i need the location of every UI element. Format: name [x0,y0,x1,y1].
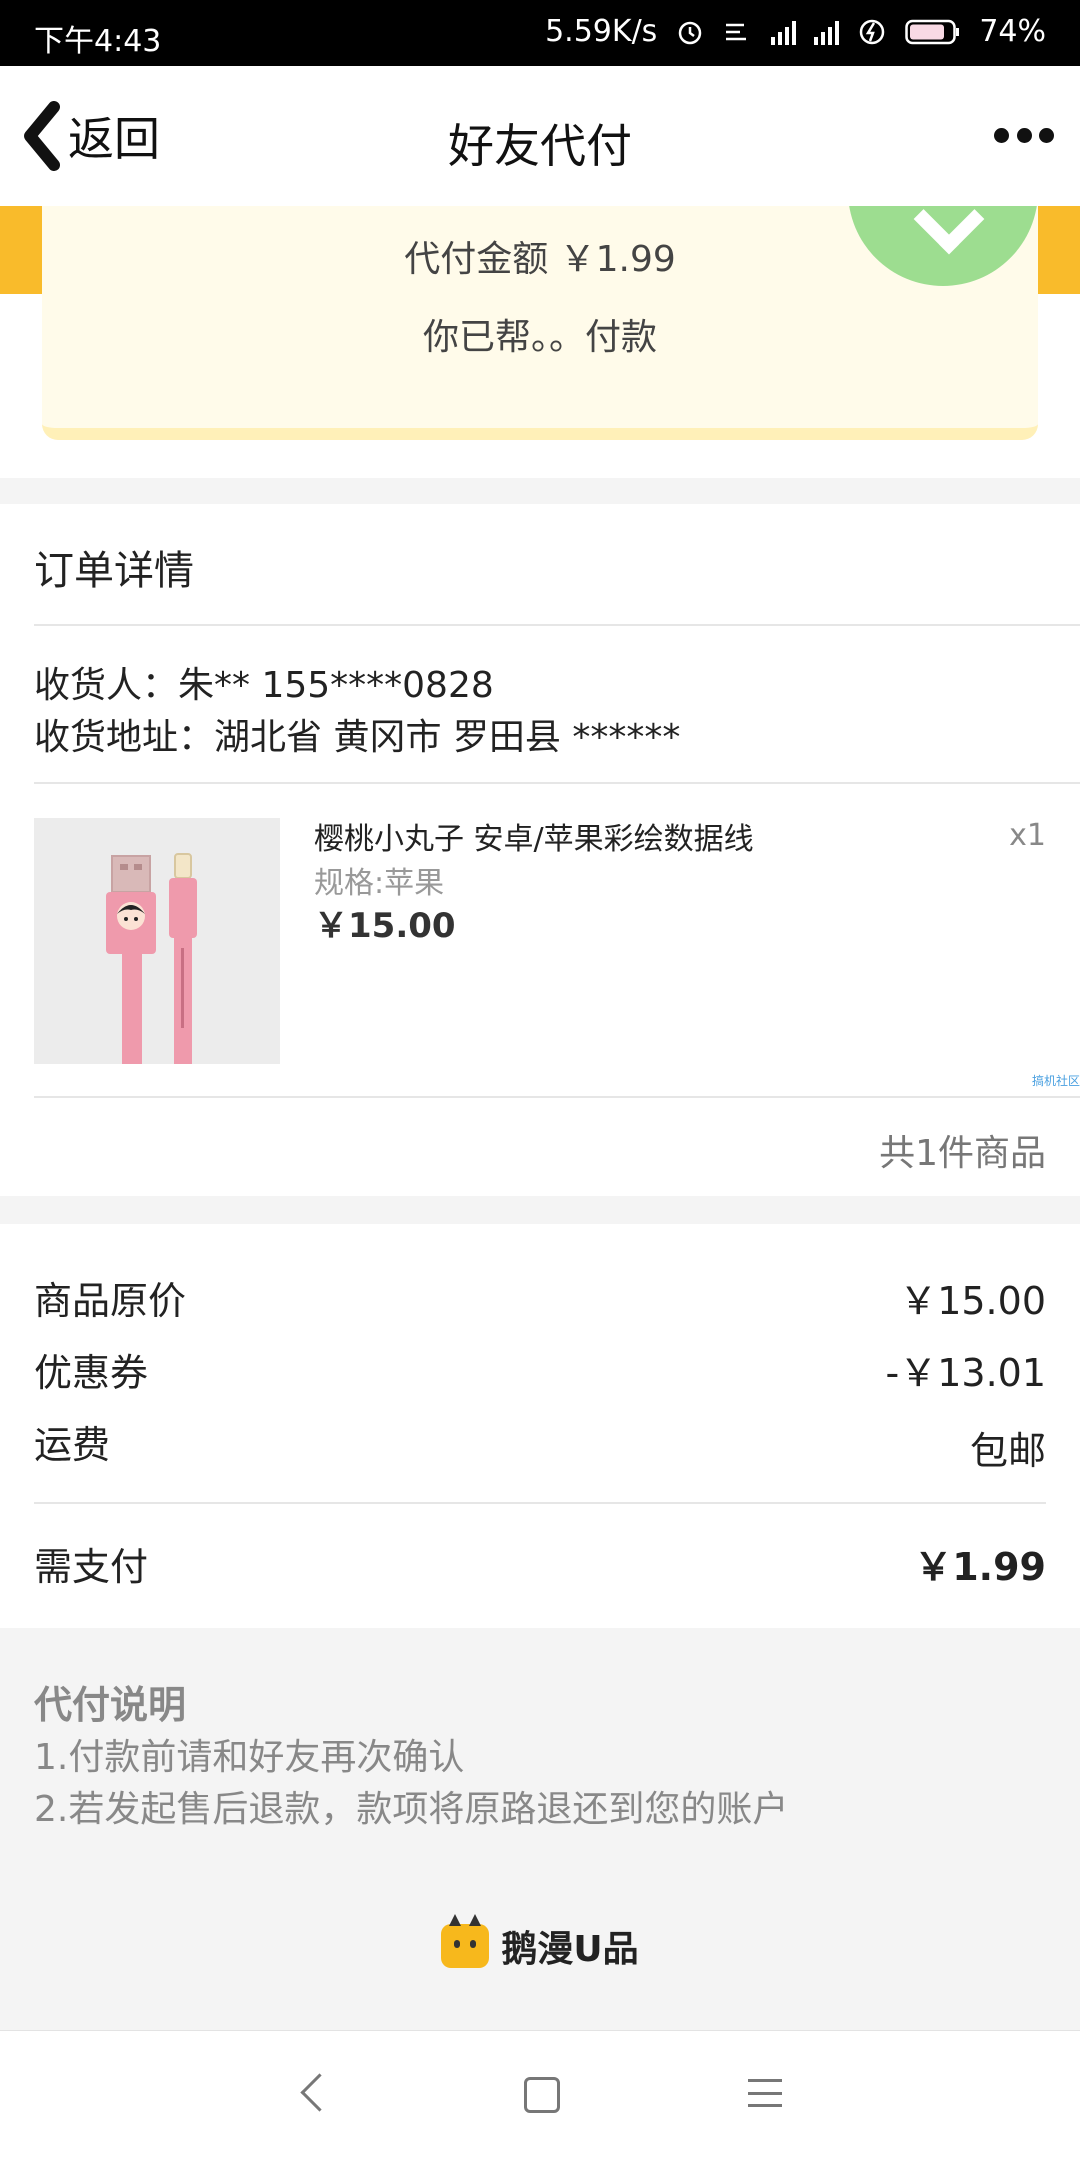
total-item-count: 共1件商品 [879,1133,1046,1174]
coupon-value: -￥13.01 [885,1351,1047,1395]
note-line-2: 2.若发起售后退款，款项将原路退还到您的账户 [34,1789,789,1830]
notes-title: 代付说明 [34,1683,187,1727]
nav-menu-icon[interactable] [748,2079,782,2107]
brand-footer: 鹅漫U品 [0,1914,1080,1972]
pay-card: 代付金额 ￥1.99 你已帮。。付款 [42,206,1038,440]
pay-card-area: 代付金额 ￥1.99 你已帮。。付款 [0,206,1080,478]
more-options-button[interactable] [994,120,1054,150]
net-speed: 5.59K/s [545,14,658,49]
brand-name: 鹅漫U品 [501,1929,639,1970]
brand-logo-icon [441,1914,490,1968]
watermark: 搞机社区 [1031,1074,1080,1088]
product-name[interactable]: 樱桃小丸子 安卓/苹果彩绘数据线 [314,814,754,858]
status-time: 下午4:43 [34,24,162,59]
pay-helped-text: 你已帮。。付款 [422,317,657,358]
nav-header: 返回 好友代付 [0,66,1080,206]
shipping-label: 运费 [34,1423,111,1467]
divider [34,782,1080,784]
product-spec: 规格:苹果 [314,866,445,901]
charging-icon [860,19,885,44]
divider [34,1096,1080,1098]
pay-due-value: ￥1.99 [914,1545,1046,1589]
original-price-label: 商品原价 [34,1279,187,1323]
card-side-tab-left [0,206,42,294]
card-side-tab-right [1038,206,1080,294]
page-title: 好友代付 [448,119,632,173]
signal-icon-1 [771,19,797,45]
product-quantity: x1 [1009,818,1046,853]
order-detail-section: 订单详情 收货人：朱** 155****0828 收货地址：湖北省 黄冈市 罗田… [0,504,1080,1196]
more-dot-icon [1039,127,1054,143]
cable-image [34,818,280,1064]
order-title: 订单详情 [34,548,194,594]
coupon-label: 优惠券 [34,1351,149,1395]
battery-icon [905,19,960,44]
more-dot-icon [994,127,1009,143]
system-nav-bar [0,2030,1080,2161]
data-transfer-icon [726,23,747,40]
battery-level: 74% [979,14,1046,49]
address-info: 收货地址：湖北省 黄冈市 罗田县 ****** [34,717,681,758]
nav-home-icon[interactable] [524,2077,560,2113]
receiver-info: 收货人：朱** 155****0828 [34,665,494,706]
note-line-1: 1.付款前请和好友再次确认 [34,1737,465,1778]
divider [34,1502,1046,1504]
alarm-icon [679,21,702,44]
status-icons: 5.59K/s 74% [545,14,1046,49]
more-dot-icon [1016,127,1032,143]
pay-amount: 代付金额 ￥1.99 [404,239,676,280]
pay-due-label: 需支付 [34,1545,149,1589]
price-summary: 商品原价 ￥15.00 优惠券 -￥13.01 运费 包邮 需支付 ￥1.99 [0,1224,1080,1628]
divider [34,624,1080,626]
product-image[interactable] [34,818,280,1064]
nav-back-icon[interactable] [300,2073,339,2112]
status-bar: 下午4:43 5.59K/s 74% [0,0,1080,66]
original-price-value: ￥15.00 [899,1279,1046,1323]
shipping-value: 包邮 [969,1429,1046,1473]
product-price: ￥15.00 [314,906,456,946]
signal-icon-2 [814,19,840,45]
